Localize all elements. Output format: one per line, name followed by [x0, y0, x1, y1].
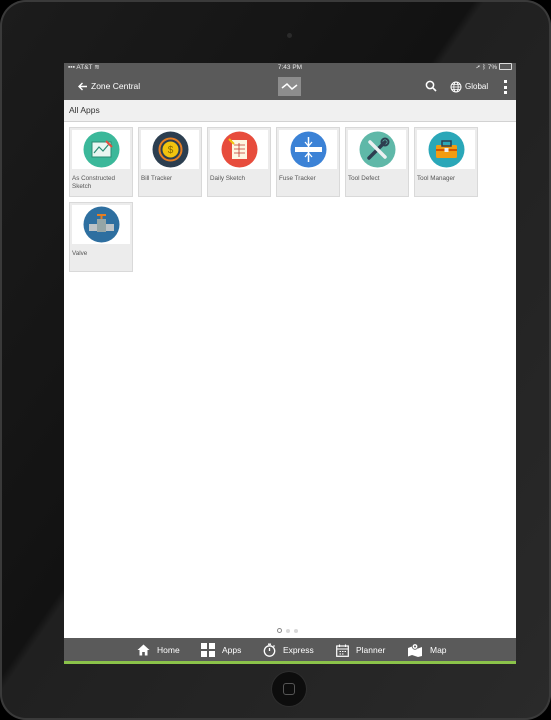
map-icon — [408, 643, 422, 657]
svg-text:$: $ — [168, 145, 174, 156]
page-dot[interactable] — [286, 628, 290, 633]
nav-express-label: Express — [283, 645, 314, 655]
calendar-icon — [336, 644, 349, 657]
app-bar: Zone Central Global — [64, 73, 516, 100]
page-title: All Apps — [64, 100, 516, 122]
tool-defect-icon — [359, 131, 396, 168]
as-constructed-sketch-icon — [83, 131, 120, 168]
app-tile-label: Tool Defect — [348, 175, 380, 182]
app-tile-label: Daily Sketch — [210, 175, 245, 182]
battery-percent: 7% — [487, 64, 498, 71]
fuse-tracker-icon — [290, 131, 327, 168]
nav-express[interactable]: Express — [263, 638, 314, 662]
wave-logo-icon — [281, 82, 298, 91]
hardware-home-button[interactable] — [272, 672, 306, 706]
nav-home[interactable]: Home — [137, 638, 180, 662]
more-menu-icon[interactable] — [502, 80, 508, 94]
page-dot-active[interactable] — [277, 628, 282, 633]
region-label: Global — [465, 82, 489, 91]
bottom-nav: Home Apps Express Planner Map — [64, 638, 516, 662]
app-tile-fuse-tracker[interactable]: Fuse Tracker — [276, 127, 340, 197]
status-right: ➚ ᛒ 7% — [476, 63, 512, 73]
tablet-frame: ▪▪▪ AT&T ≋ 7:43 PM ➚ ᛒ 7% Zone Central G… — [0, 0, 551, 720]
bill-tracker-icon: $ — [152, 131, 189, 168]
region-selector[interactable]: Global — [450, 73, 488, 100]
app-tile-tool-manager[interactable]: Tool Manager — [414, 127, 478, 197]
app-tile-valve[interactable]: Valve — [69, 202, 133, 272]
arrow-left-icon — [78, 82, 87, 91]
nav-planner[interactable]: Planner — [336, 638, 385, 662]
nav-home-label: Home — [157, 645, 180, 655]
nav-apps-label: Apps — [222, 645, 242, 655]
app-tile-bill-tracker[interactable]: $ Bill Tracker — [138, 127, 202, 197]
app-tile-label: Tool Manager — [417, 175, 456, 182]
status-bar: ▪▪▪ AT&T ≋ 7:43 PM ➚ ᛒ 7% — [64, 63, 516, 73]
tool-manager-icon — [428, 131, 465, 168]
app-tile-label: Valve — [72, 250, 88, 257]
app-tile-label: Bill Tracker — [141, 175, 173, 182]
bottom-accent-line — [64, 661, 516, 664]
app-tile-daily-sketch[interactable]: Daily Sketch — [207, 127, 271, 197]
stopwatch-icon — [263, 643, 276, 657]
nav-apps[interactable]: Apps — [201, 638, 241, 662]
back-label: Zone Central — [91, 81, 141, 91]
nav-map[interactable]: Map — [407, 638, 447, 662]
front-camera — [287, 33, 292, 38]
screen: ▪▪▪ AT&T ≋ 7:43 PM ➚ ᛒ 7% Zone Central G… — [64, 63, 516, 664]
valve-icon — [83, 206, 120, 243]
app-tile-as-constructed-sketch[interactable]: As Constructed Sketch — [69, 127, 133, 197]
page-dot[interactable] — [294, 628, 298, 633]
nav-planner-label: Planner — [356, 645, 386, 655]
nav-map-label: Map — [430, 645, 447, 655]
globe-icon — [450, 81, 462, 92]
daily-sketch-icon — [221, 131, 258, 168]
app-tile-label: Fuse Tracker — [279, 175, 316, 182]
apps-grid-icon — [201, 643, 215, 657]
location-icon: ➚ — [476, 64, 481, 71]
app-tile-label: As Constructed Sketch — [72, 175, 116, 190]
app-logo[interactable] — [278, 77, 301, 96]
app-tile-tool-defect[interactable]: Tool Defect — [345, 127, 409, 197]
back-button[interactable]: Zone Central — [78, 73, 140, 100]
bluetooth-icon: ᛒ — [482, 64, 486, 71]
page-indicator — [277, 628, 298, 633]
search-icon[interactable] — [425, 80, 437, 92]
status-time: 7:43 PM — [277, 64, 303, 71]
battery-icon — [499, 63, 512, 70]
home-icon — [137, 644, 150, 656]
